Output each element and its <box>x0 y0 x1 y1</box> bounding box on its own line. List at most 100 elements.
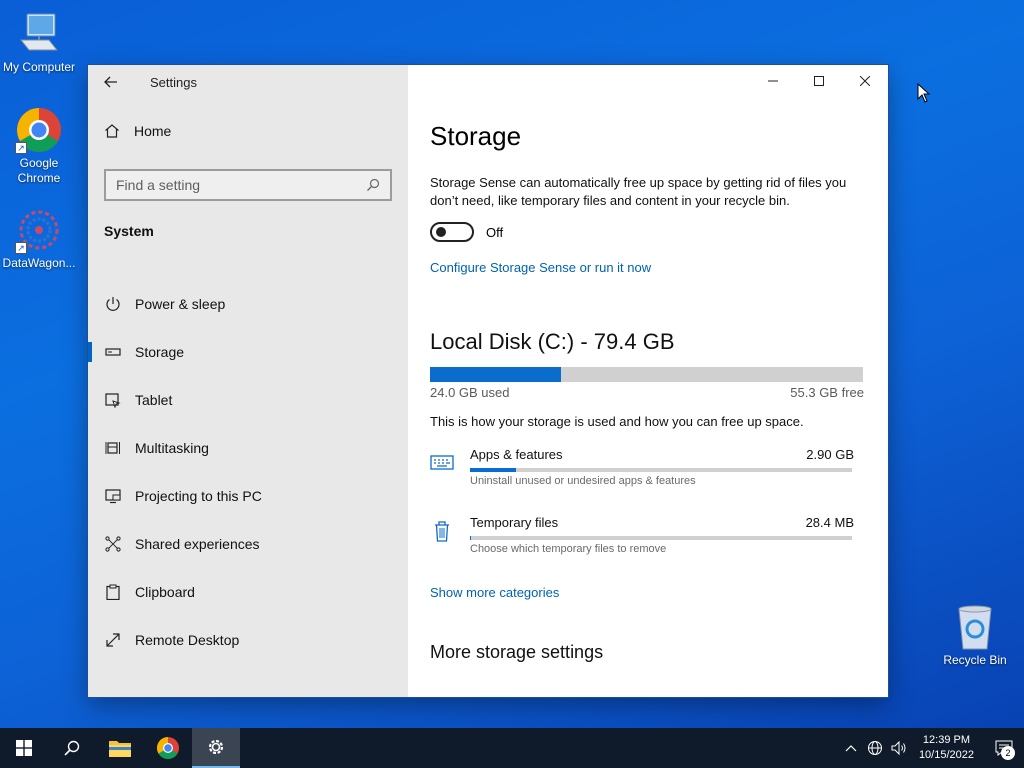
nav-item-label: Tablet <box>135 392 173 408</box>
search-icon[interactable] <box>366 178 380 192</box>
disk-free-label: 55.3 GB free <box>790 385 864 400</box>
show-hidden-icons-button[interactable] <box>839 728 863 768</box>
category-temporary-files[interactable]: Temporary files 28.4 MB Choose which tem… <box>430 515 864 565</box>
nav-item-storage[interactable]: Storage <box>88 328 408 376</box>
desktop-icon-recycle-bin[interactable]: Recycle Bin <box>936 603 1014 668</box>
search-icon <box>64 740 80 756</box>
taskbar-file-explorer[interactable] <box>96 728 144 768</box>
nav-item-projecting[interactable]: Projecting to this PC <box>88 472 408 520</box>
shared-experiences-icon <box>105 536 121 552</box>
network-button[interactable] <box>863 728 887 768</box>
nav-item-shared-experiences[interactable]: Shared experiences <box>88 520 408 568</box>
disk-title: Local Disk (C:) - 79.4 GB <box>430 329 675 354</box>
taskbar-settings[interactable] <box>192 728 240 768</box>
category-name: Apps & features <box>470 447 563 462</box>
nav-item-label: Projecting to this PC <box>135 488 262 504</box>
disk-used-label: 24.0 GB used <box>430 385 510 400</box>
clipboard-icon <box>105 584 121 600</box>
start-button[interactable] <box>0 728 48 768</box>
remote-desktop-icon <box>105 632 121 648</box>
trash-icon <box>430 519 454 543</box>
volume-button[interactable] <box>887 728 911 768</box>
chrome-icon <box>157 737 179 759</box>
home-nav-item[interactable]: Home <box>104 123 171 139</box>
category-usage-fill <box>470 468 517 472</box>
gear-icon <box>208 739 224 755</box>
nav-item-label: Shared experiences <box>135 536 260 552</box>
multitasking-icon <box>105 440 121 456</box>
disk-usage-fill <box>430 367 561 382</box>
category-size: 2.90 GB <box>806 447 854 462</box>
more-storage-settings-heading: More storage settings <box>430 642 604 662</box>
nav-item-multitasking[interactable]: Multitasking <box>88 424 408 472</box>
category-description: Uninstall unused or undesired apps & fea… <box>470 475 696 487</box>
nav-item-clipboard[interactable]: Clipboard <box>88 568 408 616</box>
nav-item-label: Remote Desktop <box>135 632 240 648</box>
category-description: Choose which temporary files to remove <box>470 543 667 555</box>
desktop-icon-label: Recycle Bin <box>943 653 1007 667</box>
datawagon-icon: ↗ <box>15 206 63 254</box>
desktop-icon-label: Google Chrome <box>17 156 61 185</box>
close-button[interactable] <box>842 65 888 97</box>
system-nav-list: Power & sleep Storage Tablet Multitaskin… <box>88 280 408 664</box>
tablet-icon <box>105 392 121 408</box>
recycle-bin-icon <box>951 603 999 651</box>
desktop-icon-my-computer[interactable]: My Computer <box>0 10 78 75</box>
system-tray: 12:39 PM 10/15/2022 2 <box>839 728 1024 768</box>
storage-sense-description: Storage Sense can automatically free up … <box>430 175 847 208</box>
nav-item-remote-desktop[interactable]: Remote Desktop <box>88 616 408 664</box>
keyboard-icon <box>430 451 454 475</box>
shortcut-arrow-icon: ↗ <box>15 142 27 154</box>
disk-usage-bar <box>430 367 863 382</box>
taskbar-chrome[interactable] <box>144 728 192 768</box>
shortcut-arrow-icon: ↗ <box>15 242 27 254</box>
notification-count-badge: 2 <box>1001 746 1015 760</box>
folder-icon <box>109 741 131 757</box>
minimize-icon <box>768 80 778 82</box>
action-center-button[interactable]: 2 <box>984 728 1024 768</box>
storage-icon <box>105 344 121 360</box>
category-usage-bar <box>470 468 852 472</box>
home-label: Home <box>134 123 172 139</box>
mouse-cursor-icon <box>917 83 931 103</box>
desktop-icon-datawagon[interactable]: ↗ DataWagon... <box>0 206 78 271</box>
close-icon <box>860 76 870 86</box>
window-caption-buttons <box>750 65 888 97</box>
desktop-icon-google-chrome[interactable]: ↗ Google Chrome <box>0 106 78 186</box>
desktop-icon-label: My Computer <box>2 60 76 74</box>
taskbar-search-button[interactable] <box>48 728 96 768</box>
nav-item-label: Power & sleep <box>135 296 226 312</box>
section-title: System <box>104 223 154 239</box>
taskbar: 12:39 PM 10/15/2022 2 <box>0 728 1024 768</box>
chevron-up-icon <box>845 745 857 752</box>
settings-window: Settings Home System Power & sleep Stora <box>88 65 888 697</box>
speaker-icon <box>891 740 906 756</box>
nav-item-tablet[interactable]: Tablet <box>88 376 408 424</box>
search-input[interactable] <box>116 177 356 193</box>
taskbar-clock[interactable]: 12:39 PM 10/15/2022 <box>911 733 984 763</box>
window-titlebar[interactable]: Settings <box>88 65 408 99</box>
maximize-icon <box>814 76 824 86</box>
back-arrow-icon[interactable] <box>104 74 120 90</box>
category-apps-features[interactable]: Apps & features 2.90 GB Uninstall unused… <box>430 447 864 497</box>
minimize-button[interactable] <box>750 65 796 97</box>
show-more-categories-link[interactable]: Show more categories <box>430 585 864 600</box>
nav-item-label: Storage <box>135 344 185 360</box>
clock-date: 10/15/2022 <box>918 749 974 761</box>
nav-item-power-sleep[interactable]: Power & sleep <box>88 280 408 328</box>
configure-storage-sense-link[interactable]: Configure Storage Sense or run it now <box>430 260 864 275</box>
computer-icon <box>15 10 63 58</box>
category-size: 28.4 MB <box>805 515 854 530</box>
storage-sense-toggle[interactable] <box>430 222 474 242</box>
windows-logo-icon <box>16 740 32 756</box>
toggle-state-label: Off <box>486 224 504 240</box>
search-box[interactable] <box>104 169 392 201</box>
maximize-button[interactable] <box>796 65 842 97</box>
home-icon <box>105 124 119 138</box>
nav-item-label: Multitasking <box>135 440 209 456</box>
category-usage-bar <box>470 536 852 540</box>
network-globe-icon <box>867 741 882 755</box>
nav-item-label: Clipboard <box>135 584 195 600</box>
power-icon <box>105 296 121 312</box>
settings-content: Storage Storage Sense can automatically … <box>408 65 888 697</box>
